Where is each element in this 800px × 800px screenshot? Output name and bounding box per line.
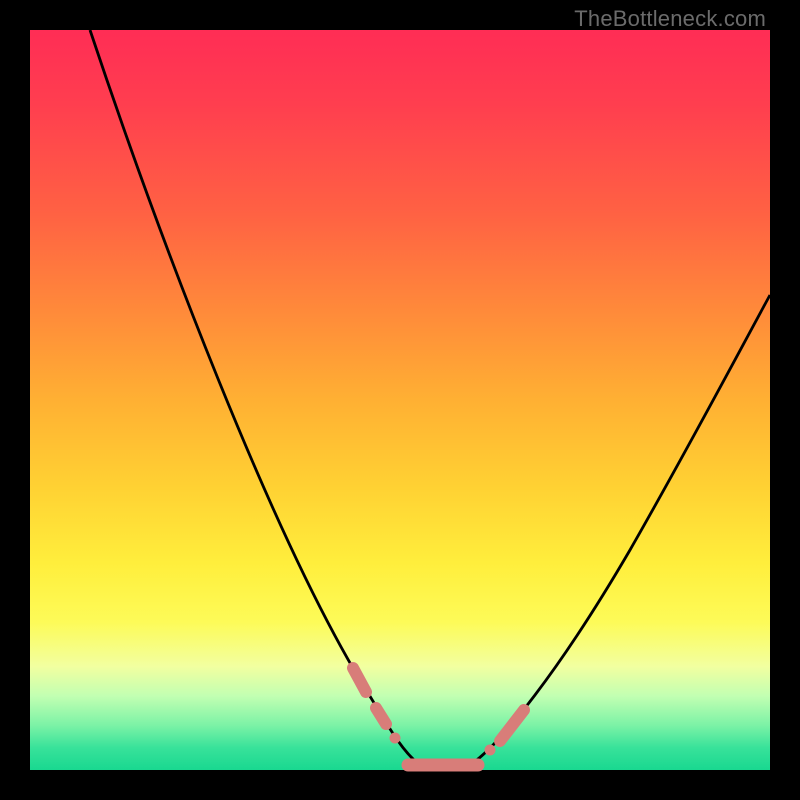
marker-3 bbox=[500, 710, 524, 741]
marker-2b bbox=[390, 733, 400, 743]
watermark-text: TheBottleneck.com bbox=[574, 6, 766, 32]
bottleneck-curve bbox=[30, 30, 770, 770]
curve-markers bbox=[353, 668, 524, 765]
marker-1 bbox=[353, 668, 366, 692]
marker-2 bbox=[376, 708, 386, 724]
plot-area bbox=[30, 30, 770, 770]
curve-path bbox=[90, 30, 770, 769]
marker-3a bbox=[485, 745, 495, 755]
chart-stage: TheBottleneck.com bbox=[0, 0, 800, 800]
